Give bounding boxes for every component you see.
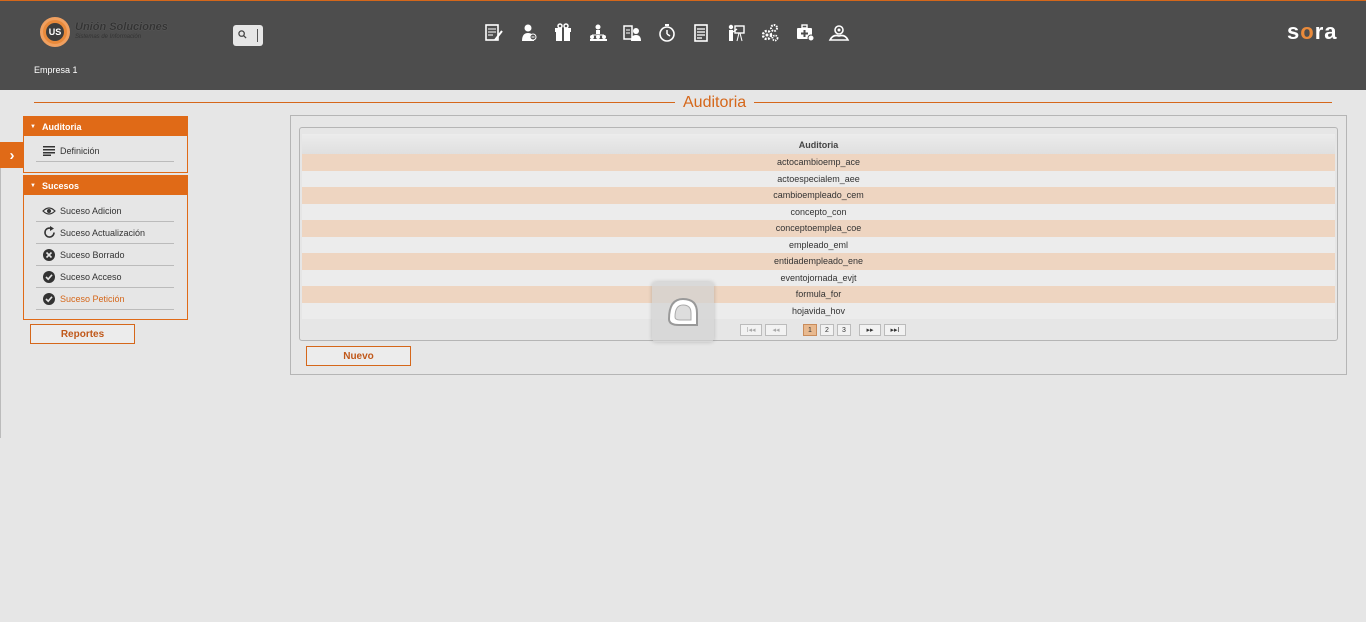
gift-icon[interactable]	[552, 22, 574, 44]
pager-page-3[interactable]: 3	[837, 324, 851, 336]
table-row[interactable]: empleado_eml	[302, 236, 1335, 253]
training-icon[interactable]	[725, 22, 747, 44]
pager-last-button[interactable]: ▸▸I	[884, 324, 906, 336]
caret-down-icon: ▼	[30, 123, 36, 130]
sidebar-item-suceso-actualizacion[interactable]: Suceso Actualización	[36, 222, 174, 244]
logo-initials: US	[46, 23, 64, 41]
sidebar-item-label: Suceso Borrado	[60, 249, 125, 260]
document-edit-icon[interactable]	[483, 22, 505, 44]
sidebar-edge-line	[0, 168, 1, 438]
sidebar-item-label: Suceso Petición	[60, 293, 125, 304]
search-divider	[257, 29, 258, 42]
table-row[interactable]: cambioempleado_cem	[302, 187, 1335, 204]
org-chart-icon[interactable]	[587, 22, 609, 44]
brand-logo: sora	[1287, 19, 1338, 45]
timer-icon[interactable]	[656, 22, 678, 44]
sidebar-toggle-button[interactable]: ›	[0, 142, 24, 438]
page-title-bar: Auditoria	[34, 94, 1332, 112]
eye-icon	[42, 204, 56, 218]
list-icon	[42, 144, 56, 158]
panel-auditoria: ▼ Auditoria Definición	[23, 116, 188, 173]
table-row[interactable]: formula_for	[302, 286, 1335, 303]
pager-first-button[interactable]: I◂◂	[740, 324, 762, 336]
table-body: actocambioemp_ace actoespecialem_aee cam…	[302, 154, 1335, 319]
chevron-right-icon: ›	[9, 146, 15, 164]
sidebar-item-suceso-borrado[interactable]: Suceso Borrado	[36, 244, 174, 266]
delete-circle-icon	[42, 248, 56, 262]
sidebar-item-suceso-peticion[interactable]: Suceso Petición	[36, 288, 174, 310]
pagination: I◂◂ ◂◂ 1 2 3 ▸▸ ▸▸I	[740, 324, 909, 336]
report-icon[interactable]	[690, 22, 712, 44]
panel-auditoria-header[interactable]: ▼ Auditoria	[24, 117, 187, 136]
pager-page-1[interactable]: 1	[803, 324, 817, 336]
caret-down-icon: ▼	[30, 182, 36, 189]
sidebar-item-label: Definición	[60, 145, 100, 156]
company-logo[interactable]: US Unión Soluciones Sistemas de Informac…	[40, 17, 168, 47]
loading-icon	[667, 297, 698, 326]
panel-title: Sucesos	[41, 180, 79, 191]
settings-gears-icon[interactable]	[759, 22, 781, 44]
sidebar-item-definicion[interactable]: Definición	[36, 140, 174, 162]
medical-kit-icon[interactable]	[794, 22, 816, 44]
panel-title: Auditoria	[41, 121, 82, 132]
page-title: Auditoria	[675, 94, 755, 112]
nuevo-button[interactable]: Nuevo	[306, 346, 411, 366]
table-row[interactable]: actocambioemp_ace	[302, 154, 1335, 171]
user-group-icon[interactable]	[828, 22, 850, 44]
table-row[interactable]: actoespecialem_aee	[302, 170, 1335, 187]
company-name: Empresa 1	[34, 65, 78, 75]
audit-table: Auditoria actocambioemp_ace actoespecial…	[299, 127, 1338, 341]
table-row[interactable]: entidadempleado_ene	[302, 253, 1335, 270]
table-row[interactable]: conceptoemplea_coe	[302, 220, 1335, 237]
top-header: US Unión Soluciones Sistemas de Informac…	[0, 0, 1366, 90]
table-row[interactable]: concepto_con	[302, 203, 1335, 220]
check-circle-icon	[42, 270, 56, 284]
sidebar-item-suceso-acceso[interactable]: Suceso Acceso	[36, 266, 174, 288]
search-button[interactable]	[233, 25, 263, 46]
brand-part-2: ra	[1314, 19, 1338, 44]
module-toolbar	[483, 22, 863, 44]
sidebar-item-label: Suceso Actualización	[60, 227, 146, 238]
reportes-button[interactable]: Reportes	[30, 324, 135, 344]
loading-spinner	[652, 282, 714, 342]
panel-sucesos: ▼ Sucesos Suceso Adicion Suceso Actualiz…	[23, 175, 188, 320]
sidebar-item-label: Suceso Adicion	[60, 205, 122, 216]
user-add-icon[interactable]	[518, 22, 540, 44]
brand-part-1: s	[1287, 19, 1301, 44]
brand-accent: o	[1300, 19, 1315, 44]
logo-subtitle: Sistemas de Información	[75, 34, 142, 40]
logo-emblem: US	[40, 17, 70, 47]
sidebar-item-label: Suceso Acceso	[60, 271, 122, 282]
logo-title: Unión Soluciones	[75, 21, 168, 33]
employee-card-icon[interactable]	[621, 22, 643, 44]
pager-prev-button[interactable]: ◂◂	[765, 324, 787, 336]
sidebar-item-suceso-adicion[interactable]: Suceso Adicion	[36, 200, 174, 222]
panel-sucesos-header[interactable]: ▼ Sucesos	[24, 176, 187, 195]
check-circle-icon	[42, 292, 56, 306]
pager-next-button[interactable]: ▸▸	[859, 324, 881, 336]
table-row[interactable]: eventojornada_evjt	[302, 269, 1335, 286]
table-row[interactable]: hojavida_hov	[302, 302, 1335, 319]
search-icon	[238, 29, 247, 42]
refresh-icon	[42, 226, 56, 240]
pager-page-2[interactable]: 2	[820, 324, 834, 336]
